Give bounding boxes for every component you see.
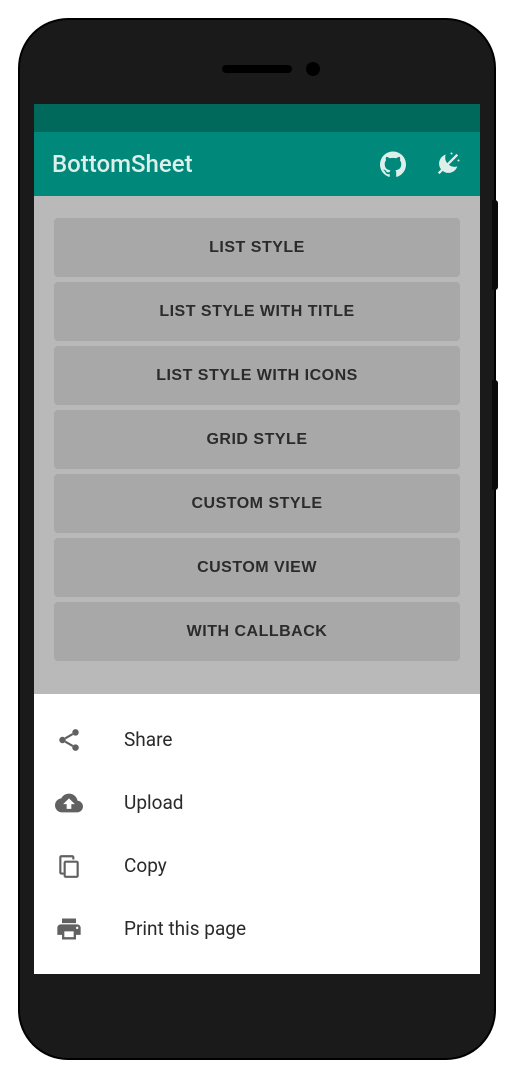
app-bar: BottomSheet <box>34 132 480 196</box>
share-icon <box>54 725 84 755</box>
upload-icon <box>54 788 84 818</box>
phone-speaker <box>222 65 292 73</box>
print-icon <box>54 914 84 944</box>
content-area: LIST STYLE LIST STYLE WITH TITLE LIST ST… <box>34 196 480 661</box>
phone-frame: BottomSheet <box>20 20 494 1058</box>
sheet-item-print[interactable]: Print this page <box>34 897 480 960</box>
theme-toggle-icon[interactable] <box>434 150 462 178</box>
phone-side-button <box>492 380 498 490</box>
custom-style-button[interactable]: CUSTOM STYLE <box>54 474 460 533</box>
phone-top-bezel <box>34 34 480 104</box>
list-style-with-title-button[interactable]: LIST STYLE WITH TITLE <box>54 282 460 341</box>
sheet-item-label: Copy <box>124 854 167 877</box>
bottom-sheet: Share Upload <box>34 694 480 974</box>
status-bar <box>34 104 480 132</box>
app-title: BottomSheet <box>52 150 193 178</box>
sheet-item-label: Upload <box>124 791 184 814</box>
sheet-item-copy[interactable]: Copy <box>34 834 480 897</box>
with-callback-button[interactable]: WITH CALLBACK <box>54 602 460 661</box>
list-style-button[interactable]: LIST STYLE <box>54 218 460 277</box>
phone-camera <box>306 62 320 76</box>
sheet-item-share[interactable]: Share <box>34 708 480 771</box>
custom-view-button[interactable]: CUSTOM VIEW <box>54 538 460 597</box>
grid-style-button[interactable]: GRID STYLE <box>54 410 460 469</box>
sheet-item-label: Print this page <box>124 917 246 940</box>
copy-icon <box>54 851 84 881</box>
phone-side-button <box>492 200 498 290</box>
screen: BottomSheet <box>34 104 480 974</box>
phone-inner: BottomSheet <box>34 34 480 1044</box>
sheet-item-label: Share <box>124 728 172 751</box>
sheet-item-upload[interactable]: Upload <box>34 771 480 834</box>
phone-bottom-bezel <box>34 974 480 1044</box>
list-style-with-icons-button[interactable]: LIST STYLE WITH ICONS <box>54 346 460 405</box>
github-icon[interactable] <box>380 151 406 177</box>
app-bar-actions <box>380 150 462 178</box>
